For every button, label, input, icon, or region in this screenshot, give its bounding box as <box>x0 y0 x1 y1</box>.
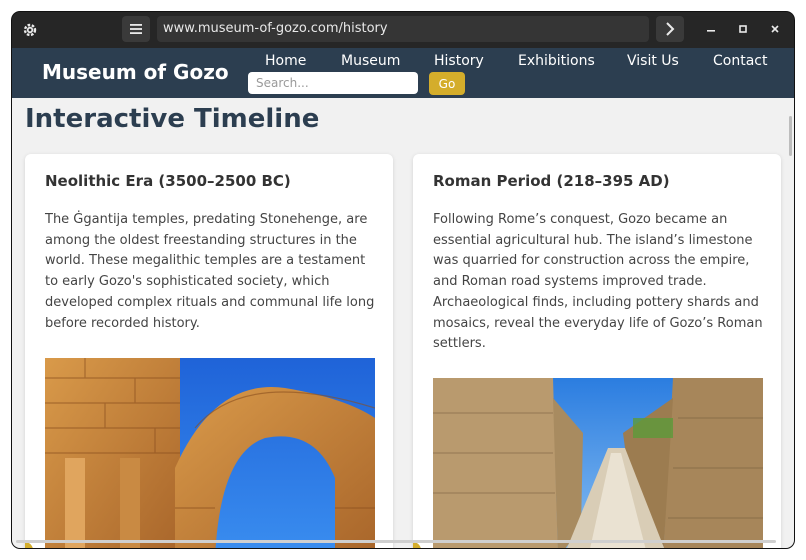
nav-link-museum[interactable]: Museum <box>341 53 400 69</box>
roman-street-image <box>433 378 763 548</box>
search-input[interactable] <box>248 72 418 94</box>
nav-link-history[interactable]: History <box>434 53 484 69</box>
page-title: Interactive Timeline <box>25 104 320 134</box>
vertical-scrollbar[interactable] <box>789 116 792 156</box>
title-bar: www.museum-of-gozo.com/history <box>12 12 794 48</box>
address-bar[interactable]: www.museum-of-gozo.com/history <box>157 16 649 42</box>
web-page: Museum of Gozo Home Museum History Exhib… <box>12 48 794 548</box>
site-brand[interactable]: Museum of Gozo <box>42 60 229 84</box>
maximize-icon <box>739 25 747 33</box>
nav-link-visit-us[interactable]: Visit Us <box>627 53 679 69</box>
card-text: Following Rome’s conquest, Gozo became a… <box>433 212 763 352</box>
timeline-card-neolithic: Neolithic Era (3500–2500 BC) The Ġgantij… <box>25 154 393 548</box>
temple-ruins-image <box>45 358 375 548</box>
nav-link-contact[interactable]: Contact <box>713 53 767 69</box>
go-button[interactable]: Go <box>429 72 465 95</box>
chevron-right-icon <box>666 22 675 36</box>
timeline-card-roman: Roman Period (218–395 AD) Following Rome… <box>413 154 781 548</box>
forward-button[interactable] <box>656 16 684 42</box>
close-button[interactable] <box>766 20 784 38</box>
card-text: The Ġgantija temples, predating Stonehen… <box>45 212 375 331</box>
maximize-button[interactable] <box>734 20 752 38</box>
gear-icon[interactable] <box>20 20 40 40</box>
hamburger-icon <box>130 24 142 34</box>
card-heading: Neolithic Era (3500–2500 BC) <box>45 172 291 190</box>
nav-link-exhibitions[interactable]: Exhibitions <box>518 53 595 69</box>
minimize-button[interactable] <box>702 20 720 38</box>
site-navbar: Museum of Gozo Home Museum History Exhib… <box>12 48 794 98</box>
nav-link-home[interactable]: Home <box>265 53 306 69</box>
menu-button[interactable] <box>122 16 150 42</box>
card-heading: Roman Period (218–395 AD) <box>433 172 670 190</box>
close-icon <box>771 25 779 33</box>
minimize-icon <box>707 30 715 32</box>
browser-window: www.museum-of-gozo.com/history Museum of… <box>12 12 794 548</box>
horizontal-scrollbar[interactable] <box>16 540 776 543</box>
